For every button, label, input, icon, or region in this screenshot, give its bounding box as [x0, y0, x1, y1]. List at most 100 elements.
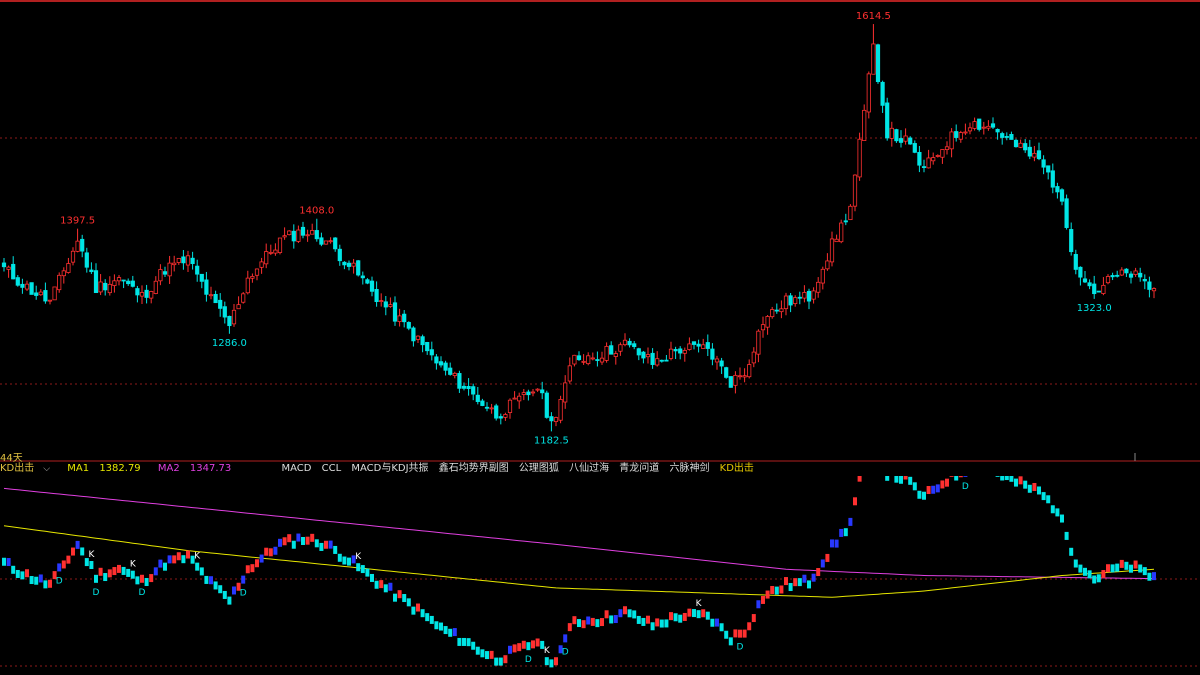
candle-body [572, 354, 577, 365]
candle-body [586, 355, 591, 365]
kd-brick [176, 552, 181, 561]
kd-brick [291, 540, 296, 549]
kd-brick [264, 547, 269, 556]
candle-body [678, 348, 683, 354]
kd-brick [2, 557, 6, 566]
kd-brick [521, 640, 526, 649]
candle-body [1105, 276, 1111, 284]
d-signal: D [737, 643, 744, 653]
kd-brick [788, 583, 793, 592]
kd-brick [692, 609, 696, 618]
kd-brick [733, 629, 738, 638]
kd-brick [816, 568, 821, 577]
tab-liumai[interactable]: 六脉神剑 [669, 462, 709, 476]
kd-brick [793, 578, 798, 587]
tab-kd-chuji[interactable]: KD出击 [720, 462, 754, 476]
candle-body [1142, 279, 1147, 282]
candle-body [70, 250, 76, 263]
candle-body [218, 299, 223, 309]
kd-brick [627, 609, 632, 618]
kd-brick [1004, 476, 1009, 481]
candle-body [61, 270, 66, 277]
kd-brick [811, 573, 816, 582]
candle-body [530, 391, 536, 394]
candle-body [563, 382, 568, 403]
d-signal: D [240, 589, 247, 599]
candle-body [379, 300, 384, 303]
candle-body [167, 262, 172, 277]
candle-body [645, 354, 651, 358]
kd-brick [600, 618, 604, 627]
indicator-selector[interactable]: KD出击 ⌵ [0, 462, 57, 476]
tab-xinshi[interactable]: 鑫石均势界副图 [439, 462, 509, 476]
kd-brick [945, 478, 949, 487]
high-label: 1614.5 [856, 11, 891, 22]
kd-brick [682, 612, 687, 621]
tab-qinglong[interactable]: 青龙问道 [619, 462, 659, 476]
candle-body [494, 405, 499, 419]
kd-brick [1027, 484, 1032, 493]
candle-body [687, 343, 692, 350]
kd-indicator-chart[interactable]: KDKDKDKDKDDKDKDK [0, 476, 1200, 675]
candle-body [227, 315, 232, 327]
kd-brick [1087, 570, 1092, 579]
candle-body [986, 125, 991, 129]
kd-brick [742, 629, 747, 638]
candle-body [839, 222, 844, 243]
kd-brick [130, 570, 135, 579]
kd-brick [728, 637, 733, 646]
kd-brick [388, 582, 393, 591]
candle-body [866, 73, 871, 113]
candle-body [1073, 254, 1078, 270]
candle-body [770, 309, 775, 318]
kd-brick [613, 615, 618, 624]
tab-ccl[interactable]: CCL [322, 462, 342, 476]
tab-baxian[interactable]: 八仙过海 [569, 462, 609, 476]
kd-brick [756, 600, 761, 609]
candle-body [714, 358, 720, 363]
candles [1, 24, 1157, 432]
tab-gongli[interactable]: 公理图狐 [519, 462, 559, 476]
kd-brick [715, 618, 719, 627]
kd-brick [931, 485, 936, 494]
kd-brick [172, 555, 177, 564]
candle-body [1110, 275, 1115, 278]
kd-brick [894, 476, 899, 483]
candle-body [1119, 269, 1124, 276]
candle-body [1023, 143, 1028, 151]
tab-macd[interactable]: MACD [281, 462, 311, 476]
kd-brick [273, 546, 278, 555]
candle-body [627, 340, 632, 346]
low-label: 1323.0 [1077, 303, 1112, 314]
candle-body [360, 275, 365, 279]
kd-brick [834, 539, 839, 548]
candle-body [751, 351, 756, 364]
kd-brick [1133, 560, 1138, 569]
candle-body [834, 238, 839, 243]
candle-body [1013, 139, 1019, 148]
candle-body [935, 155, 940, 157]
candle-body [1087, 282, 1092, 287]
kd-brick [443, 626, 448, 635]
ma2-label: MA2 [157, 463, 180, 474]
d-signal: D [139, 588, 146, 598]
kd-brick [342, 556, 347, 565]
candle-body [1138, 272, 1143, 278]
candle-body [1082, 278, 1088, 283]
candle-body [1096, 290, 1101, 293]
kd-brick [724, 630, 729, 639]
candle-body [411, 327, 416, 342]
candle-body [779, 308, 784, 313]
kd-brick [1110, 564, 1115, 573]
price-chart[interactable]: 1397.5 1286.0 1408.0 1182.5 1614.5 1323.0 [0, 0, 1200, 462]
kd-brick [379, 580, 384, 589]
chevron-down-icon: ⌵ [43, 464, 51, 474]
tab-macd-kdj[interactable]: MACD与KDJ共振 [351, 462, 428, 476]
candle-body [1092, 283, 1097, 295]
kd-brick [526, 642, 531, 651]
kd-brick [282, 537, 287, 546]
candle-body [181, 256, 186, 264]
candle-body [724, 367, 729, 378]
candle-body [793, 297, 798, 305]
candle-body [245, 277, 250, 294]
